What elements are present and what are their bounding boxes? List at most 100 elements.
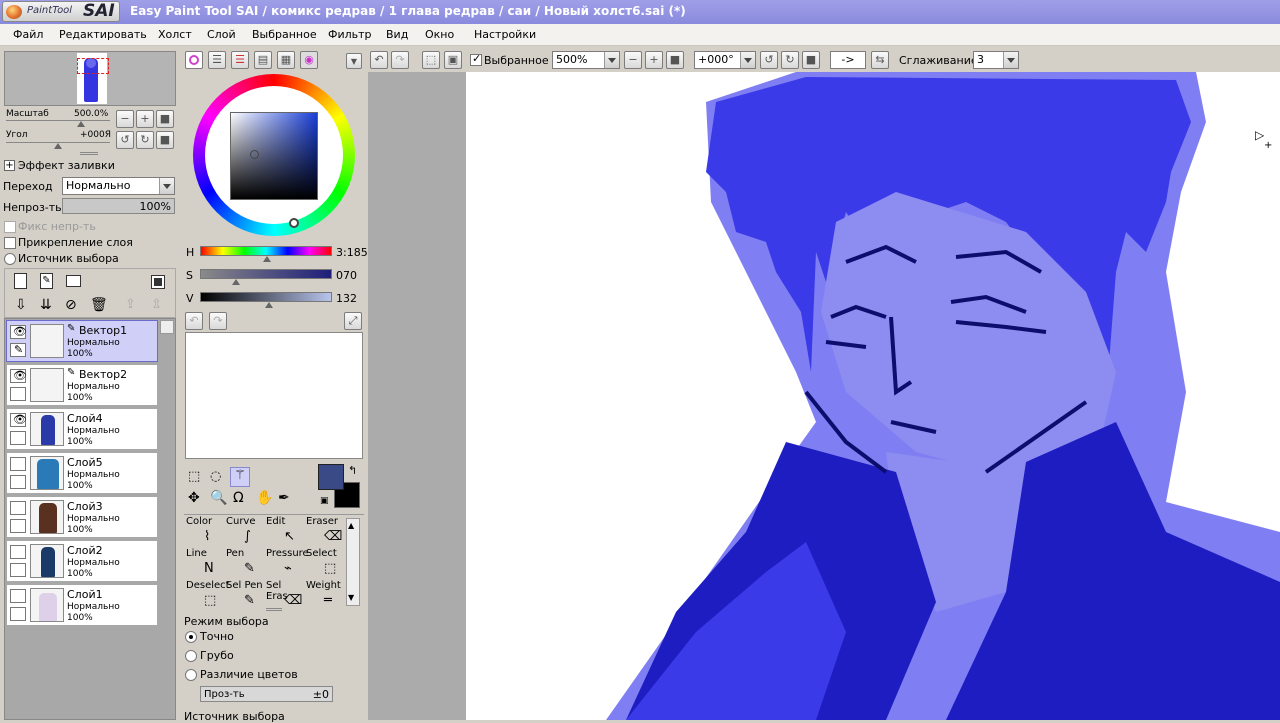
rotate-left-button[interactable]: ↺	[116, 131, 134, 149]
edit-lock-toggle[interactable]	[10, 475, 26, 489]
selection-source-radio[interactable]	[4, 253, 16, 265]
scratchpad-menu-button[interactable]: ⤢	[344, 312, 362, 330]
brush-tool[interactable]: Select ⬚	[306, 548, 346, 579]
rect-select-icon[interactable]: ⬚	[188, 469, 200, 484]
trash-icon[interactable]: 🗑	[90, 297, 108, 313]
visibility-toggle[interactable]: 👁	[10, 325, 27, 339]
fill-effect-label[interactable]: Эффект заливки	[18, 159, 115, 172]
blend-mode-select[interactable]: Нормально	[62, 177, 175, 195]
invert-selection-button[interactable]: ▣	[444, 51, 462, 69]
smoothing-select[interactable]: 3	[973, 51, 1019, 69]
layer-item[interactable]: Слой2 Нормально 100%	[6, 540, 158, 582]
selection-mode-radio-2[interactable]	[185, 669, 197, 681]
toolbar-zoom-out-button[interactable]: −	[624, 51, 642, 69]
brush-tool[interactable]: Edit ↖	[266, 516, 306, 547]
flip-direction-field[interactable]: ->	[830, 51, 866, 69]
redo-swatch-button[interactable]: ↷	[209, 312, 227, 330]
navigator-viewport-frame[interactable]	[77, 58, 109, 74]
panel-menu-button[interactable]: ▼	[346, 53, 362, 69]
edit-lock-toggle[interactable]: ✎	[10, 343, 26, 357]
expand-plus-icon[interactable]: +	[4, 160, 15, 171]
selection-mode-radio-1[interactable]	[185, 650, 197, 662]
sv-marker[interactable]	[249, 150, 259, 160]
brush-tool[interactable]: Pen ✎	[226, 548, 266, 579]
selection-mode-radio-0[interactable]	[185, 631, 197, 643]
splitter-grip[interactable]	[266, 608, 282, 611]
menu-view[interactable]: Вид	[386, 28, 408, 41]
layer-item[interactable]: 👁 Вектор2 Нормально 100% ✎	[6, 364, 158, 406]
brush-tool[interactable]: Pressure ⌁	[266, 548, 309, 579]
angle-select[interactable]: +000°	[694, 51, 756, 69]
navigator-preview[interactable]	[4, 51, 176, 106]
swatches-mode-button[interactable]: ▤	[254, 51, 272, 69]
visibility-toggle[interactable]	[10, 545, 26, 559]
menu-filter[interactable]: Фильтр	[328, 28, 372, 41]
saturation-slider[interactable]	[200, 269, 332, 279]
zoom-select[interactable]: 500%	[552, 51, 620, 69]
move-icon[interactable]: ✥	[188, 490, 200, 506]
eyedropper-icon[interactable]: ✒	[278, 490, 290, 506]
user-swatches-mode-button[interactable]: ▦	[277, 51, 295, 69]
visibility-toggle[interactable]	[10, 589, 26, 603]
canvas[interactable]	[466, 72, 1280, 720]
transparent-color-icon[interactable]: ▣	[320, 496, 329, 506]
hue-marker[interactable]	[289, 218, 299, 228]
menu-layer[interactable]: Слой	[207, 28, 236, 41]
new-vector-layer-icon[interactable]: ✎	[40, 273, 53, 289]
merge-down-icon[interactable]: ⇊	[40, 297, 52, 313]
menu-window[interactable]: Окно	[425, 28, 454, 41]
rotate-right-button[interactable]: ↻	[136, 131, 154, 149]
visibility-toggle[interactable]: 👁	[10, 413, 27, 427]
menu-selection[interactable]: Выбранное	[252, 28, 317, 41]
swap-colors-icon[interactable]: ↰	[348, 464, 357, 477]
menu-edit[interactable]: Редактировать	[59, 28, 147, 41]
visibility-toggle[interactable]	[10, 501, 26, 515]
selection-visible-checkbox[interactable]: ✓	[470, 52, 482, 66]
flip-horizontal-button[interactable]: ⇆	[871, 51, 889, 69]
rgb-slider-mode-button[interactable]: ☰	[208, 51, 226, 69]
toolbar-rotate-right-button[interactable]: ↻	[781, 51, 799, 69]
brush-tool[interactable]: Weight ═	[306, 580, 346, 611]
toolbar-rotate-left-button[interactable]: ↺	[760, 51, 778, 69]
edit-lock-toggle[interactable]	[10, 387, 26, 401]
scratchpad-mode-button[interactable]: ◉	[300, 51, 318, 69]
color-wheel-mode-button[interactable]	[185, 51, 203, 69]
zoom-out-button[interactable]: −	[116, 110, 134, 128]
redo-button[interactable]: ↷	[391, 51, 409, 69]
clip-layer-checkbox[interactable]	[4, 237, 16, 249]
tolerance-slider[interactable]: Проз-ть ±0	[200, 686, 333, 702]
scroll-down-icon[interactable]: ▼	[348, 593, 354, 602]
toolbar-rotate-reset-button[interactable]: ■	[802, 51, 820, 69]
value-slider[interactable]	[200, 292, 332, 302]
rotate-reset-button[interactable]: ■	[156, 131, 174, 149]
menu-file[interactable]: Файл	[13, 28, 43, 41]
hue-slider-handle[interactable]	[263, 256, 272, 262]
brush-tool[interactable]: Line N	[186, 548, 226, 579]
brush-tool[interactable]: Color ⌇	[186, 516, 226, 547]
primary-color-swatch[interactable]	[318, 464, 344, 490]
magic-wand-icon[interactable]: ⚚	[230, 467, 250, 487]
layer-item[interactable]: Слой5 Нормально 100%	[6, 452, 158, 494]
hand-icon[interactable]: ✋	[256, 490, 273, 506]
edit-lock-toggle[interactable]	[10, 607, 26, 621]
brush-scrollbar[interactable]: ▲ ▼	[346, 518, 360, 606]
layer-item[interactable]: Слой3 Нормально 100%	[6, 496, 158, 538]
layer-item[interactable]: 👁 ✎ Вектор1 Нормально 100% ✎	[6, 320, 158, 362]
value-slider-handle[interactable]	[264, 302, 273, 308]
scratchpad[interactable]	[185, 332, 363, 459]
layer-item[interactable]: Слой1 Нормально 100%	[6, 584, 158, 626]
brush-tool[interactable]: Deselect ⬚	[186, 580, 230, 611]
visibility-toggle[interactable]: 👁	[10, 369, 27, 383]
zoom-in-button[interactable]: +	[136, 110, 154, 128]
brush-tool[interactable]: Eraser ⌫	[306, 516, 346, 547]
scroll-up-icon[interactable]: ▲	[348, 521, 354, 530]
layer-item[interactable]: 👁 Слой4 Нормально 100%	[6, 408, 158, 450]
deselect-button[interactable]: ⬚	[422, 51, 440, 69]
clear-layer-icon[interactable]: ⊘	[65, 297, 77, 313]
brush-tool[interactable]: Sel Eras ⌫	[266, 580, 306, 611]
edit-lock-toggle[interactable]	[10, 431, 26, 445]
fix-opacity-checkbox[interactable]	[4, 221, 16, 233]
visibility-toggle[interactable]	[10, 457, 26, 471]
zoom-icon[interactable]: 🔍	[210, 490, 227, 506]
splitter-grip[interactable]	[80, 152, 98, 155]
